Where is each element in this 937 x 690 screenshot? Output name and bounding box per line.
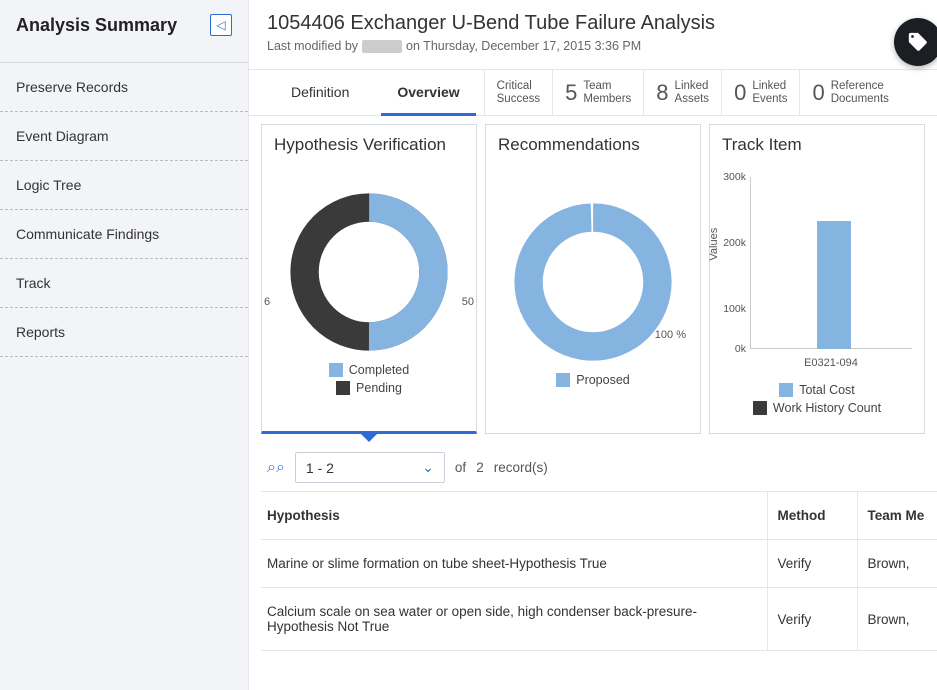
stat-linked-assets[interactable]: 8 Linked Assets bbox=[643, 70, 721, 115]
redacted-user bbox=[362, 40, 402, 53]
cell-team: Brown, bbox=[857, 540, 937, 588]
tag-badge-button[interactable] bbox=[894, 18, 937, 66]
tab-overview[interactable]: Overview bbox=[373, 70, 483, 115]
card-track-item[interactable]: Track Item Values 300k 200k 100k 0k E032… bbox=[709, 124, 925, 434]
records-text: record(s) bbox=[494, 460, 548, 475]
donut-chart-hypothesis bbox=[284, 187, 454, 357]
swatch-icon bbox=[779, 383, 793, 397]
donut-chart-recommendations bbox=[508, 197, 678, 367]
sidebar-item-event-diagram[interactable]: Event Diagram bbox=[0, 112, 248, 161]
stat-reference-documents[interactable]: 0 Reference Documents bbox=[799, 70, 900, 115]
sidebar-item-track[interactable]: Track bbox=[0, 259, 248, 308]
col-team[interactable]: Team Me bbox=[857, 492, 937, 540]
legend-pending: Pending bbox=[336, 381, 402, 395]
record-count: 2 bbox=[476, 460, 484, 475]
stat-label: Critical Success bbox=[497, 80, 540, 105]
stat-value: 5 bbox=[565, 80, 577, 106]
stat-value: 0 bbox=[734, 80, 746, 106]
y-tick: 0k bbox=[722, 343, 746, 355]
table-header-row: Hypothesis Method Team Me bbox=[261, 492, 937, 540]
card-title: Track Item bbox=[710, 125, 924, 161]
sidebar-item-logic-tree[interactable]: Logic Tree bbox=[0, 161, 248, 210]
last-modified-text: Last modified by on Thursday, December 1… bbox=[267, 39, 919, 53]
sidebar-item-label: Preserve Records bbox=[16, 79, 128, 95]
card-title: Hypothesis Verification bbox=[262, 125, 476, 161]
hypothesis-table: Hypothesis Method Team Me Marine or slim… bbox=[261, 491, 937, 651]
cell-method: Verify bbox=[767, 588, 857, 651]
y-tick: 200k bbox=[722, 237, 746, 249]
chevron-left-icon: ◁ bbox=[216, 18, 225, 32]
y-axis-label: Values bbox=[708, 228, 720, 261]
collapse-sidebar-button[interactable]: ◁ bbox=[210, 14, 232, 36]
legend-total-cost: Total Cost bbox=[779, 383, 855, 397]
donut-percent-label: 100 % bbox=[655, 329, 686, 341]
swatch-icon bbox=[336, 381, 350, 395]
stat-label: Reference Documents bbox=[831, 80, 889, 105]
sidebar-item-label: Event Diagram bbox=[16, 128, 109, 144]
sidebar-item-communicate-findings[interactable]: Communicate Findings bbox=[0, 210, 248, 259]
stat-value: 8 bbox=[656, 80, 668, 106]
bar-total-cost bbox=[817, 221, 851, 349]
sidebar-item-preserve-records[interactable]: Preserve Records bbox=[0, 63, 248, 112]
bar-chart-track: Values 300k 200k 100k 0k E0321-094 bbox=[722, 177, 912, 377]
page-title: 1054406 Exchanger U-Bend Tube Failure An… bbox=[267, 12, 919, 35]
main-content: 1054406 Exchanger U-Bend Tube Failure An… bbox=[248, 0, 937, 690]
stat-linked-events[interactable]: 0 Linked Events bbox=[721, 70, 799, 115]
tabbar: Definition Overview Critical Success 5 T… bbox=[249, 70, 937, 116]
tab-label: Overview bbox=[397, 84, 459, 100]
stat-label: Linked Events bbox=[752, 80, 787, 105]
stat-team-members[interactable]: 5 Team Members bbox=[552, 70, 643, 115]
card-recommendations[interactable]: Recommendations 100 % Proposed bbox=[485, 124, 701, 434]
swatch-icon bbox=[329, 363, 343, 377]
donut-right-label: 50 bbox=[462, 296, 474, 308]
swatch-icon bbox=[556, 373, 570, 387]
stat-value: 0 bbox=[812, 80, 824, 106]
tab-definition[interactable]: Definition bbox=[267, 70, 373, 115]
sidebar: Analysis Summary ◁ Preserve Records Even… bbox=[0, 0, 248, 690]
table-row[interactable]: Marine or slime formation on tube sheet-… bbox=[261, 540, 937, 588]
stat-label: Team Members bbox=[583, 80, 631, 105]
legend-completed: Completed bbox=[329, 363, 409, 377]
donut-left-label: 6 bbox=[264, 296, 270, 308]
x-axis-category: E0321-094 bbox=[736, 357, 926, 369]
sidebar-title: Analysis Summary bbox=[16, 15, 177, 36]
stat-label: Linked Assets bbox=[675, 80, 710, 105]
chevron-down-icon: ⌄ bbox=[422, 459, 434, 476]
of-text: of bbox=[455, 460, 466, 475]
sidebar-item-label: Track bbox=[16, 275, 50, 291]
legend-proposed: Proposed bbox=[556, 373, 630, 387]
sidebar-item-reports[interactable]: Reports bbox=[0, 308, 248, 357]
y-tick: 300k bbox=[722, 171, 746, 183]
stat-critical-success[interactable]: Critical Success bbox=[484, 70, 552, 115]
sidebar-item-label: Reports bbox=[16, 324, 65, 340]
cell-method: Verify bbox=[767, 540, 857, 588]
legend-work-history: Work History Count bbox=[753, 401, 881, 415]
cell-hypothesis: Calcium scale on sea water or open side,… bbox=[261, 588, 767, 651]
page-range-value: 1 - 2 bbox=[306, 460, 334, 476]
tab-label: Definition bbox=[291, 84, 349, 100]
filter-icon[interactable]: ⌕⌕ bbox=[267, 459, 285, 477]
sidebar-item-label: Communicate Findings bbox=[16, 226, 159, 242]
page-range-select[interactable]: 1 - 2 ⌄ bbox=[295, 452, 445, 483]
col-hypothesis[interactable]: Hypothesis bbox=[261, 492, 767, 540]
card-title: Recommendations bbox=[486, 125, 700, 161]
tag-icon bbox=[907, 31, 929, 53]
swatch-icon bbox=[753, 401, 767, 415]
cell-team: Brown, bbox=[857, 588, 937, 651]
table-row[interactable]: Calcium scale on sea water or open side,… bbox=[261, 588, 937, 651]
col-method[interactable]: Method bbox=[767, 492, 857, 540]
sidebar-item-label: Logic Tree bbox=[16, 177, 81, 193]
card-hypothesis-verification[interactable]: Hypothesis Verification 6 50 Completed P… bbox=[261, 124, 477, 434]
cell-hypothesis: Marine or slime formation on tube sheet-… bbox=[261, 540, 767, 588]
y-tick: 100k bbox=[722, 303, 746, 315]
